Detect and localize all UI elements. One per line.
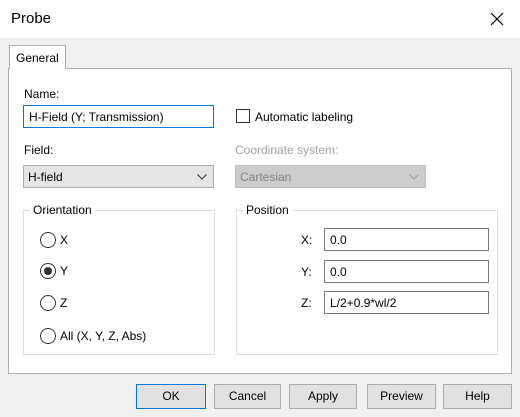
field-select-value: H-field [28, 170, 63, 184]
position-z-value: L/2+0.9*wl/2 [330, 296, 397, 310]
field-select[interactable]: H-field [23, 165, 214, 188]
tab-general[interactable]: General [9, 45, 66, 69]
position-y-value: 0.0 [330, 265, 347, 279]
orientation-all-label[interactable]: All (X, Y, Z, Abs) [60, 329, 146, 343]
automatic-labeling-label[interactable]: Automatic labeling [255, 110, 353, 124]
chevron-down-icon [197, 174, 207, 180]
apply-button[interactable]: Apply [289, 384, 357, 409]
coordinate-system-value: Cartesian [240, 170, 292, 184]
tab-general-label: General [16, 51, 59, 65]
position-x-value: 0.0 [330, 233, 347, 247]
name-input-value: H-Field (Y; Transmission) [29, 110, 164, 124]
position-x-label: X: [301, 233, 313, 247]
orientation-group-title: Orientation [30, 203, 95, 217]
orientation-y-radio[interactable] [40, 263, 56, 279]
window-title: Probe [11, 10, 52, 27]
help-button[interactable]: Help [443, 384, 512, 409]
ok-button[interactable]: OK [136, 384, 206, 409]
coordinate-system-label: Coordinate system: [235, 143, 339, 157]
position-z-input[interactable]: L/2+0.9*wl/2 [324, 291, 489, 314]
close-button[interactable] [474, 0, 520, 38]
field-label: Field: [24, 143, 54, 157]
position-z-label: Z: [301, 296, 312, 310]
position-y-input[interactable]: 0.0 [324, 260, 489, 283]
close-icon [490, 12, 504, 26]
chevron-down-icon [409, 174, 419, 180]
name-input[interactable]: H-Field (Y; Transmission) [23, 105, 214, 128]
position-y-label: Y: [301, 265, 312, 279]
position-group-title: Position [243, 203, 292, 217]
cancel-button[interactable]: Cancel [214, 384, 281, 409]
title-bar: Probe [0, 0, 520, 38]
orientation-z-label[interactable]: Z [60, 296, 67, 310]
automatic-labeling-checkbox[interactable] [236, 109, 250, 123]
orientation-x-radio[interactable] [40, 232, 56, 248]
position-x-input[interactable]: 0.0 [324, 228, 489, 251]
orientation-z-radio[interactable] [40, 295, 56, 311]
orientation-all-radio[interactable] [40, 328, 56, 344]
name-label: Name: [24, 87, 60, 101]
preview-button[interactable]: Preview [367, 384, 436, 409]
orientation-y-label[interactable]: Y [60, 264, 68, 278]
coordinate-system-select[interactable]: Cartesian [235, 165, 426, 188]
orientation-x-label[interactable]: X [60, 233, 68, 247]
